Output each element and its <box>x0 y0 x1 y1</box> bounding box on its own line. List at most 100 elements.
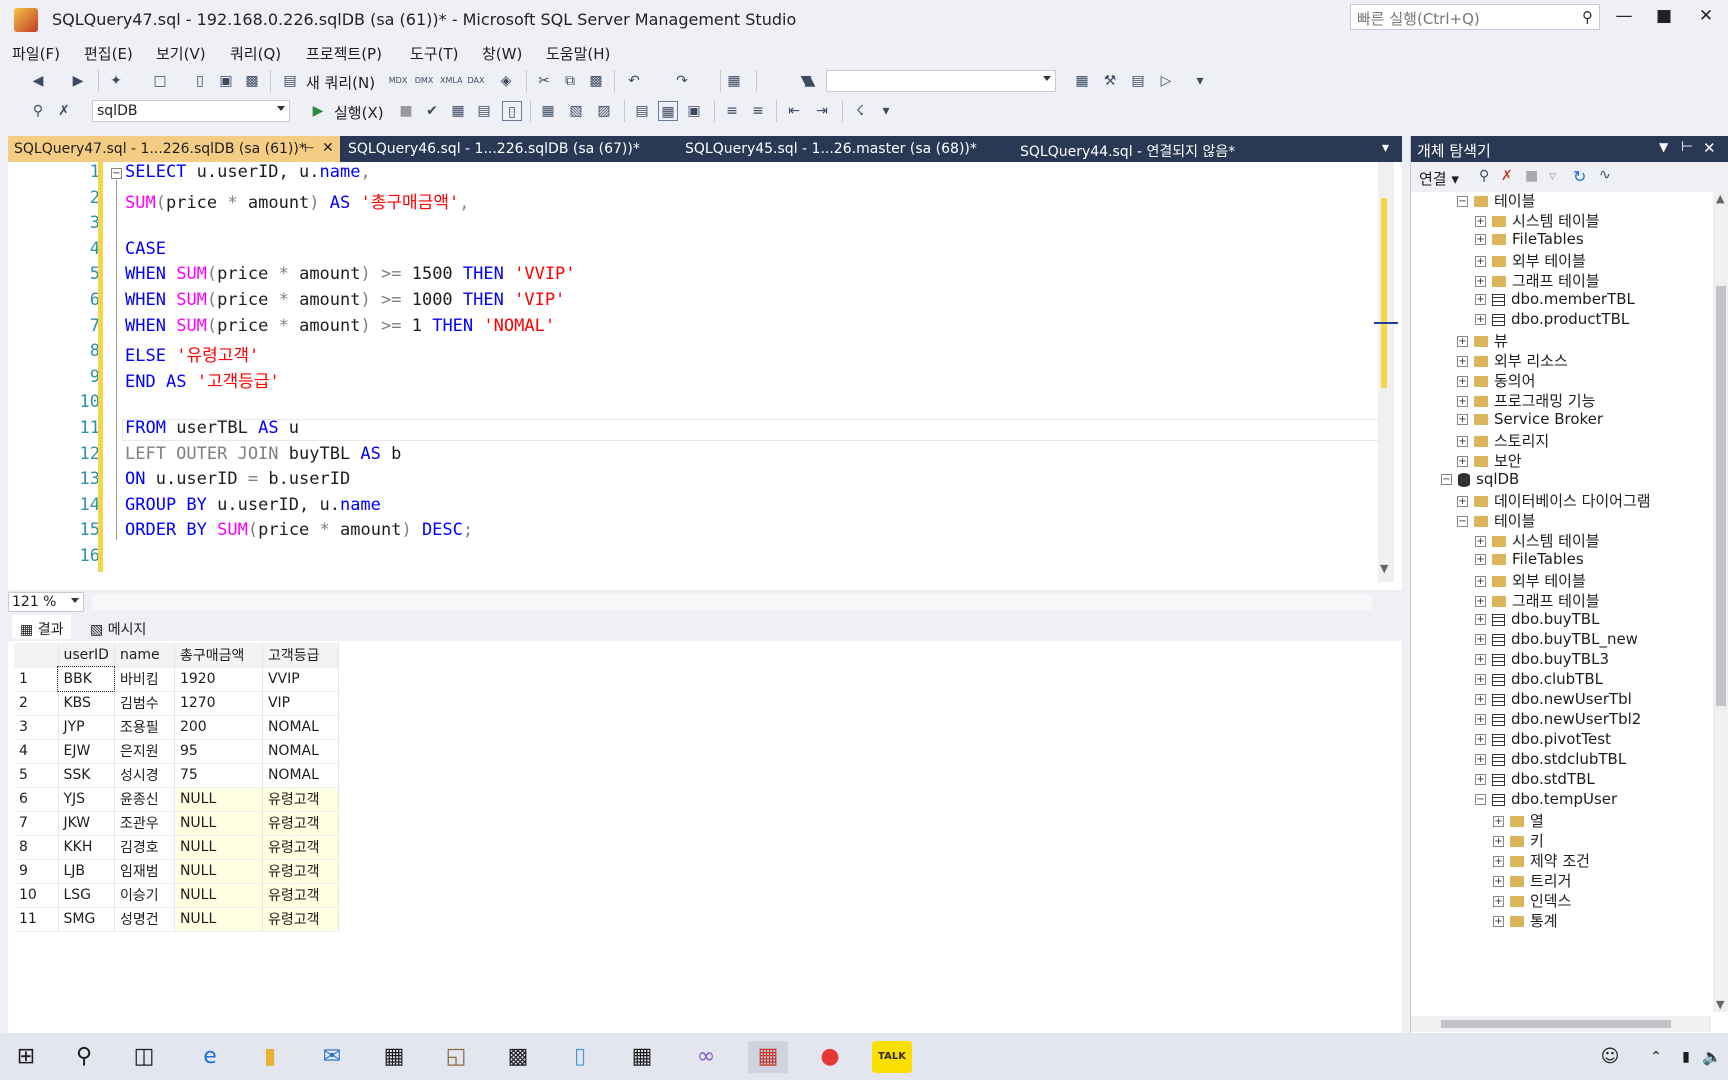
tab-sqlquery44[interactable]: SQLQuery44.sql - 연결되지 않음* <box>1014 136 1241 162</box>
minimize-button[interactable]: — <box>1602 6 1646 32</box>
include-plan-icon[interactable]: ▦ <box>538 101 558 121</box>
connect-button[interactable]: 연결 ▾ <box>1419 168 1459 189</box>
tree-node[interactable]: + 뷰 <box>1457 330 1508 352</box>
table-row[interactable]: 2 KBS 김범수 1270 VIP <box>14 691 339 716</box>
tree-node[interactable]: + dbo.clubTBL <box>1475 670 1603 692</box>
grid-cell[interactable]: VIP <box>262 691 339 716</box>
grid-cell[interactable]: 유령고객 <box>262 811 339 836</box>
object-explorer-tree[interactable]: − 테이블 + 시스템 테이블 + FileTables + 외부 테이블 + 그래프 테이블 + d… <box>1411 192 1711 1022</box>
menu-query[interactable]: 쿼리(Q) <box>230 43 281 64</box>
file-explorer-icon[interactable]: ▮ <box>250 1041 290 1073</box>
copy-icon[interactable]: ⧉ <box>560 71 580 91</box>
filter-icon[interactable]: ▿ <box>1549 168 1556 184</box>
tree-node[interactable]: + 그래프 테이블 <box>1475 590 1600 612</box>
zoom-combo[interactable]: 121 % <box>8 592 84 612</box>
grid-cell[interactable]: NOMAL <box>262 763 339 788</box>
grid-cell[interactable]: 1920 <box>174 667 263 692</box>
expand-icon[interactable]: + <box>1493 856 1504 867</box>
code-line[interactable]: ORDER BY SUM(price * amount) DESC; <box>125 520 473 540</box>
tree-node[interactable]: + dbo.stdTBL <box>1475 770 1595 792</box>
grid-cell[interactable]: 유령고객 <box>262 883 339 908</box>
forward-icon[interactable]: ▶ <box>68 71 88 91</box>
toolbar-options-icon[interactable]: ▾ <box>876 101 896 121</box>
code-line[interactable]: WHEN SUM(price * amount) >= 1000 THEN 'V… <box>125 290 565 310</box>
row-number-cell[interactable]: 7 <box>14 811 59 836</box>
expand-icon[interactable]: + <box>1475 654 1486 665</box>
tree-node[interactable]: − dbo.tempUser <box>1475 790 1617 812</box>
grid-cell[interactable]: 조용필 <box>114 715 175 740</box>
expand-icon[interactable]: + <box>1475 314 1486 325</box>
scroll-thumb[interactable] <box>1716 286 1726 706</box>
cancel-query-icon[interactable]: ■ <box>396 101 416 121</box>
results-to-grid-icon[interactable]: ▦ <box>658 101 678 121</box>
intellisense-icon[interactable]: ▯ <box>502 101 522 121</box>
row-number-cell[interactable]: 4 <box>14 739 59 764</box>
grid-cell[interactable]: NOMAL <box>262 715 339 740</box>
expand-icon[interactable]: + <box>1475 754 1486 765</box>
grid-cell[interactable]: NULL <box>174 811 263 836</box>
grid-cell[interactable]: 200 <box>174 715 263 740</box>
tree-node[interactable]: + dbo.buyTBL3 <box>1475 650 1609 672</box>
tab-overflow-icon[interactable]: ▾ <box>1382 140 1389 156</box>
menu-view[interactable]: 보기(V) <box>156 43 206 64</box>
activity-monitor-icon[interactable]: ▦ <box>724 71 744 91</box>
expand-icon[interactable]: + <box>1475 614 1486 625</box>
expand-icon[interactable]: + <box>1457 336 1468 347</box>
scroll-thumb[interactable] <box>1441 1020 1671 1028</box>
code-line[interactable]: WHEN SUM(price * amount) >= 1 THEN 'NOMA… <box>125 316 555 336</box>
menu-file[interactable]: 파일(F) <box>12 43 60 64</box>
expand-icon[interactable]: + <box>1457 496 1468 507</box>
code-line[interactable]: ON u.userID = b.userID <box>125 469 350 489</box>
add-item-icon[interactable]: □ <box>150 71 170 91</box>
terminal-icon[interactable]: ▩ <box>498 1041 538 1073</box>
back-icon[interactable]: ◀ <box>28 71 48 91</box>
object-explorer-icon[interactable]: ▦ <box>1072 71 1092 91</box>
activity-icon[interactable]: ∿ <box>1599 167 1611 183</box>
tree-node[interactable]: + 통계 <box>1493 910 1558 932</box>
menu-window[interactable]: 창(W) <box>482 43 522 64</box>
grid-cell[interactable]: NULL <box>174 787 263 812</box>
code-line[interactable]: CASE <box>125 239 166 259</box>
kakaotalk-icon[interactable]: TALK <box>872 1041 912 1073</box>
grid-cell[interactable]: NULL <box>174 883 263 908</box>
tab-sqlquery45[interactable]: SQLQuery45.sql - 1...26.master (sa (68))… <box>679 136 983 162</box>
tree-node[interactable]: + 외부 리소스 <box>1457 350 1568 372</box>
expand-icon[interactable]: + <box>1475 216 1486 227</box>
expand-icon[interactable]: + <box>1475 554 1486 565</box>
expand-icon[interactable]: + <box>1475 256 1486 267</box>
tree-node[interactable]: + 데이터베이스 다이어그램 <box>1457 490 1651 512</box>
expand-icon[interactable]: + <box>1475 576 1486 587</box>
grid-cell[interactable]: 성명건 <box>114 907 175 932</box>
close-tab-icon[interactable]: ✕ <box>322 140 334 156</box>
tree-node[interactable]: + dbo.newUserTbl2 <box>1475 710 1641 732</box>
menu-edit[interactable]: 편집(E) <box>84 43 133 64</box>
expand-icon[interactable]: + <box>1475 694 1486 705</box>
collapse-icon[interactable]: − <box>1457 516 1468 527</box>
column-header[interactable]: 고객등급 <box>262 643 339 668</box>
code-line[interactable]: GROUP BY u.userID, u.name <box>125 495 381 515</box>
table-row[interactable]: 11 SMG 성명건 NULL 유령고객 <box>14 907 339 932</box>
expand-icon[interactable]: + <box>1475 774 1486 785</box>
grid-cell[interactable]: 조관우 <box>114 811 175 836</box>
comment-icon[interactable]: ≡ <box>722 101 742 121</box>
row-number-cell[interactable]: 2 <box>14 691 59 716</box>
table-row[interactable]: 1 BBK 바비킴 1920 VVIP <box>14 666 339 692</box>
open-folder-icon[interactable]: ▯ <box>190 71 210 91</box>
properties-wrench-icon[interactable]: ⚒ <box>1100 71 1120 91</box>
row-number-cell[interactable]: 10 <box>14 883 59 908</box>
expand-icon[interactable]: + <box>1475 276 1486 287</box>
expand-icon[interactable]: + <box>1475 634 1486 645</box>
client-stats-icon[interactable]: ▨ <box>594 101 614 121</box>
windows-start-icon[interactable]: ⊞ <box>6 1041 46 1073</box>
dax-query-icon[interactable]: DAX <box>466 71 486 91</box>
find-in-files-icon[interactable]: ▲ <box>800 71 820 91</box>
tree-node[interactable]: + 스토리지 <box>1457 430 1549 452</box>
results-to-file-icon[interactable]: ▣ <box>684 101 704 121</box>
tree-node[interactable]: + 동의어 <box>1457 370 1535 392</box>
redo-icon[interactable]: ↷ <box>672 71 692 91</box>
grid-cell[interactable]: YJS <box>58 787 115 812</box>
cut-icon[interactable]: ✂ <box>534 71 554 91</box>
tree-node[interactable]: + FileTables <box>1475 550 1584 572</box>
results-grid[interactable]: userID name 총구매금액 고객등급 1 BBK 바비킴 1920 VVIP 2 K… <box>14 643 339 932</box>
mail-icon[interactable]: ✉ <box>312 1041 352 1073</box>
